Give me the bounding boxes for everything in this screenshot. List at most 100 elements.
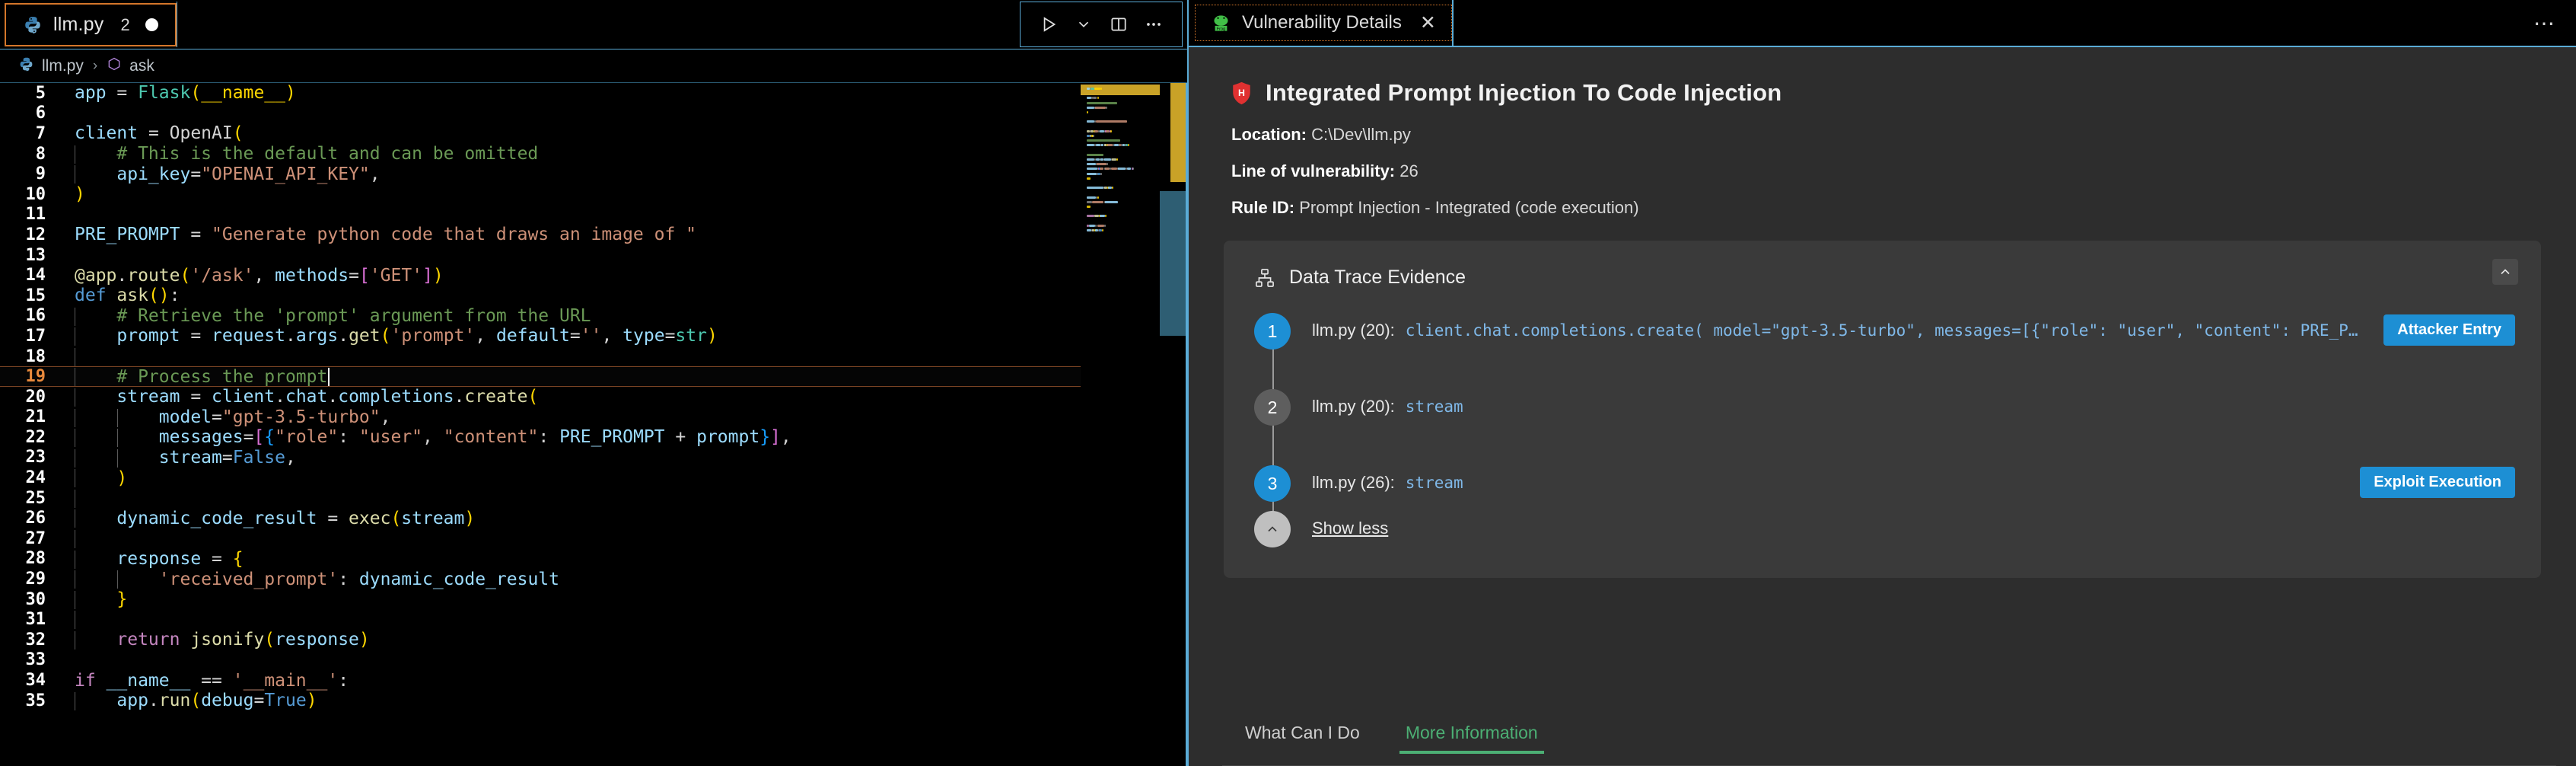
run-button[interactable] [1031,7,1066,42]
code-line[interactable]: 27 [0,528,1187,549]
code-text[interactable]: prompt = request.args.get('prompt', defa… [62,326,718,346]
code-line[interactable]: 32 return jsonify(response) [0,630,1187,650]
code-line[interactable]: 28 response = { [0,549,1187,570]
code-line[interactable]: 13 [0,245,1187,266]
breadcrumb-symbol[interactable]: ask [129,57,154,75]
code-line[interactable]: 25 [0,488,1187,509]
code-token: ( [381,326,391,346]
code-line[interactable]: 22 messages=[{"role": "user", "content":… [0,427,1187,448]
editor-tab-llm-py[interactable]: llm.py 2 [5,3,177,46]
code-line[interactable]: 19 # Process the prompt [0,366,1187,387]
code-text[interactable]: app.run(debug=True) [62,691,317,710]
code-line[interactable]: 9 api_key="OPENAI_API_KEY", [0,164,1187,184]
code-line[interactable]: 30 } [0,589,1187,610]
bottom-tab-more-information[interactable]: More Information [1399,709,1544,754]
code-line[interactable]: 11 [0,205,1187,225]
code-text[interactable]: stream = client.chat.completions.create( [62,387,538,407]
bottom-tab-what-can-i-do[interactable]: What Can I Do [1239,709,1366,754]
code-line[interactable]: 12PRE_PROMPT = "Generate python code tha… [0,225,1187,245]
code-text[interactable]: response = { [62,549,244,569]
code-text[interactable]: 'received_prompt': dynamic_code_result [62,570,559,589]
code-line[interactable]: 7client = OpenAI( [0,123,1187,144]
close-icon[interactable]: ✕ [1420,14,1436,33]
indent-guide [117,409,118,427]
code-text[interactable]: if __name__ == '__main__': [62,671,349,691]
code-line[interactable]: 18 [0,346,1187,367]
breadcrumb-file[interactable]: llm.py [42,57,84,75]
code-text[interactable]: model="gpt-3.5-turbo", [62,407,390,427]
trace-file-location[interactable]: llm.py (20): [1312,397,1395,417]
code-text[interactable]: PRE_PROMPT = "Generate python code that … [62,225,696,244]
trace-row[interactable]: 1llm.py (20):client.chat.completions.cre… [1254,311,2515,388]
line-number: 31 [0,610,62,629]
unsaved-dot-icon[interactable] [145,18,158,31]
code-line[interactable]: 26 dynamic_code_result = exec(stream) [0,508,1187,528]
scrollbar-thumb[interactable] [1160,191,1187,336]
code-line[interactable]: 29 'received_prompt': dynamic_code_resul… [0,569,1187,589]
code-line[interactable]: 15def ask(): [0,286,1187,306]
code-lines[interactable]: 5app = Flask(__name__)67client = OpenAI(… [0,83,1187,766]
meta-label: Location: [1231,125,1311,144]
code-token: + [675,427,696,447]
code-text[interactable]: def ask(): [62,286,180,305]
code-token: = [349,266,359,286]
tab-vulnerability-details[interactable]: Frog Vulnerability Details ✕ [1195,5,1452,41]
code-text[interactable]: # Process the prompt [62,367,330,387]
code-line[interactable]: 20 stream = client.chat.completions.crea… [0,387,1187,407]
code-line[interactable]: 34if __name__ == '__main__': [0,670,1187,691]
trace-row[interactable]: 3llm.py (26):streamExploit Execution [1254,464,2515,509]
breadcrumb[interactable]: llm.py › ask [0,49,1187,83]
code-token: . [148,691,159,710]
code-line[interactable]: 23 stream=False, [0,448,1187,468]
code-text[interactable]: ) [62,468,127,488]
code-line[interactable]: 8 # This is the default and can be omitt… [0,144,1187,164]
code-line[interactable]: 24 ) [0,468,1187,488]
code-editor[interactable]: 5app = Flask(__name__)67client = OpenAI(… [0,83,1187,766]
trace-row[interactable]: 2llm.py (20):stream [1254,388,2515,464]
show-less-toggle-icon[interactable] [1254,511,1291,547]
more-actions-icon[interactable] [1136,7,1171,42]
code-line[interactable]: 5app = Flask(__name__) [0,83,1187,104]
code-line[interactable]: 14@app.route('/ask', methods=['GET']) [0,265,1187,286]
show-less-row[interactable]: Show less [1254,509,2515,555]
line-number: 8 [0,145,62,164]
code-token: = [253,691,264,710]
code-text[interactable]: messages=[{"role": "user", "content": PR… [62,427,791,447]
code-token: str [675,326,707,346]
collapse-trace-button[interactable] [2492,259,2518,285]
code-text[interactable]: @app.route('/ask', methods=['GET']) [62,266,444,286]
code-line[interactable]: 33 [0,650,1187,671]
code-line[interactable]: 10) [0,184,1187,205]
jfrog-icon: Frog [1211,13,1231,34]
code-line[interactable]: 16 # Retrieve the 'prompt' argument from… [0,306,1187,327]
code-text[interactable]: dynamic_code_result = exec(stream) [62,509,475,528]
code-line[interactable]: 17 prompt = request.args.get('prompt', d… [0,326,1187,346]
panel-more-actions-icon[interactable]: ⋯ [2533,0,2556,46]
chevron-down-icon[interactable] [1066,7,1101,42]
code-token: , [475,326,496,346]
split-editor-icon[interactable] [1101,7,1136,42]
code-text[interactable]: app = Flask(__name__) [62,83,296,103]
code-line[interactable]: 31 [0,609,1187,630]
overview-warning-mark [1170,83,1187,182]
code-line[interactable]: 6 [0,104,1187,124]
line-number: 23 [0,448,62,467]
line-number: 5 [0,84,62,103]
code-text[interactable]: # This is the default and can be omitted [62,144,538,164]
code-text[interactable]: api_key="OPENAI_API_KEY", [62,164,381,184]
trace-file-location[interactable]: llm.py (20): [1312,321,1395,340]
code-text[interactable]: client = OpenAI( [62,123,244,143]
code-text[interactable]: # Retrieve the 'prompt' argument from th… [62,306,591,326]
vulnerability-meta-row: Location: C:\Dev\llm.py [1231,125,2541,145]
code-line[interactable]: 21 model="gpt-3.5-turbo", [0,407,1187,428]
code-text[interactable]: ) [62,184,85,204]
code-text[interactable]: stream=False, [62,448,296,468]
show-less-link[interactable]: Show less [1312,509,1388,538]
trace-file-location[interactable]: llm.py (26): [1312,473,1395,493]
overview-ruler[interactable] [1160,83,1187,766]
vulnerability-details-pane: Frog Vulnerability Details ✕ ⋯ H Integra… [1187,0,2576,766]
line-number: 19 [0,367,62,386]
code-line[interactable]: 35 app.run(debug=True) [0,691,1187,711]
code-text[interactable]: return jsonify(response) [62,630,370,650]
code-text[interactable]: } [62,589,127,609]
